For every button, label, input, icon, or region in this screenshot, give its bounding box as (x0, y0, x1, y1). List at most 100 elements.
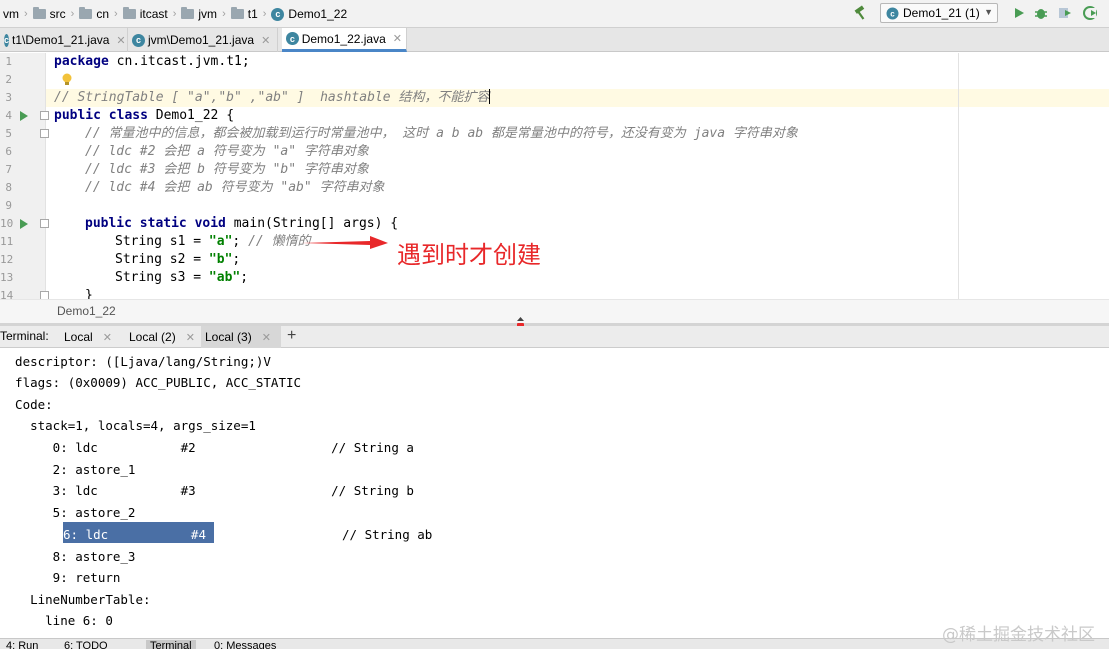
run-icon[interactable] (1011, 5, 1027, 21)
lightbulb-icon[interactable] (61, 73, 73, 87)
chevron-down-icon: ▼ (984, 7, 993, 17)
class-icon: c (132, 33, 145, 47)
terminal-line: flags: (0x0009) ACC_PUBLIC, ACC_STATIC (0, 375, 302, 390)
terminal-line: 9: return (0, 570, 121, 585)
folder-icon (122, 7, 136, 19)
line-number: 1 (5, 55, 12, 68)
terminal-tab-local-3[interactable]: Local (3) ✕ (201, 326, 281, 348)
class-icon: c (886, 7, 899, 20)
editor-footer-label[interactable]: Demo1_22 (57, 304, 116, 318)
terminal-line: LineNumberTable: (0, 592, 151, 607)
tool-tab-todo[interactable]: 6: TODO (64, 640, 108, 649)
close-icon[interactable]: ✕ (103, 331, 112, 344)
coverage-icon[interactable] (1057, 5, 1073, 21)
tool-tab-run[interactable]: 4: Run (6, 640, 38, 649)
code-line-6: // ldc #2 会把 a 符号变为 "a" 字符串对象 (85, 144, 369, 159)
breadcrumb-item-itcast[interactable]: itcast (120, 7, 171, 21)
breadcrumb-item-src[interactable]: src (30, 7, 69, 21)
terminal-tab-local[interactable]: Local ✕ (60, 326, 116, 348)
hammer-icon[interactable] (853, 5, 869, 21)
close-icon[interactable]: ✕ (393, 32, 402, 45)
line-number: 4 (5, 109, 12, 122)
code-line-10: public static void main(String[] args) { (85, 216, 399, 231)
tool-tab-terminal[interactable]: Terminal (146, 640, 196, 649)
profile-icon[interactable] (1082, 5, 1098, 21)
line-number: 13 (0, 271, 14, 284)
line-number: 11 (0, 235, 14, 248)
line-number: 8 (5, 181, 12, 194)
line-number: 14 (0, 289, 14, 299)
code-line-5: // 常量池中的信息，都会被加载到运行时常量池中， 这时 a b ab 都是常量… (85, 126, 798, 141)
line-number: 10 (0, 217, 14, 230)
line-number: 12 (0, 253, 14, 266)
navigation-bar: vm › src › cn › itcast › jvm › t1 › c Dem… (0, 0, 1109, 28)
watermark: @稀土掘金技术社区 (942, 625, 1095, 645)
class-icon: c (271, 7, 285, 21)
terminal-line: 2: astore_1 (0, 462, 136, 477)
fold-marker-icon[interactable] (40, 219, 49, 228)
code-line-14: } (85, 288, 93, 299)
class-icon: c (286, 32, 299, 45)
breadcrumb-item-cn[interactable]: cn (76, 7, 112, 21)
terminal-line: 3: ldc #3 // String b (0, 483, 414, 498)
close-icon[interactable]: ✕ (262, 331, 271, 344)
code-line-7: // ldc #3 会把 b 符号变为 "b" 字符串对象 (85, 162, 369, 177)
breadcrumb-item-vm[interactable]: vm (0, 7, 22, 21)
terminal-selected-text: 6: ldc #4 (63, 527, 206, 542)
fold-marker-icon[interactable] (40, 111, 49, 120)
terminal-output[interactable]: descriptor: ([Ljava/lang/String;)V flags… (0, 348, 1109, 638)
terminal-line: 8: astore_3 (0, 549, 136, 564)
breadcrumb-item-demo1-22[interactable]: c Demo1_22 (268, 7, 350, 21)
tab-t1-demo1-21[interactable]: c t1\Demo1_21.java ✕ (0, 28, 128, 52)
breadcrumb-separator: › (114, 8, 118, 20)
run-class-icon[interactable] (20, 111, 28, 121)
terminal-line: line 6: 0 (0, 613, 113, 628)
tab-jvm-demo1-21[interactable]: c jvm\Demo1_21.java ✕ (128, 28, 278, 52)
code-line-4: public class Demo1_22 { (54, 108, 235, 123)
breadcrumb-separator: › (172, 8, 177, 20)
breadcrumb-separator: › (24, 8, 28, 20)
breadcrumb-separator: › (70, 8, 75, 20)
annotation-arrow-icon (302, 236, 388, 249)
line-number: 3 (5, 91, 12, 104)
editor-breadcrumb-footer: Demo1_22 (0, 299, 1109, 323)
close-icon[interactable]: ✕ (261, 34, 270, 47)
line-number: 7 (5, 163, 12, 176)
class-icon: c (4, 33, 10, 47)
run-configuration-label: Demo1_21 (1) (903, 6, 980, 20)
folder-icon (181, 7, 195, 19)
close-icon[interactable]: ✕ (116, 34, 125, 47)
terminal-line: stack=1, locals=4, args_size=1 (0, 418, 256, 433)
breadcrumb-separator: › (222, 8, 226, 20)
run-configuration-select[interactable]: c Demo1_21 (1) ▼ (880, 3, 998, 23)
code-line-8: // ldc #4 会把 ab 符号变为 "ab" 字符串对象 (85, 180, 385, 195)
terminal-line-comment: // String ab (342, 527, 433, 542)
debug-icon[interactable] (1033, 5, 1049, 21)
fold-marker-icon[interactable] (40, 129, 49, 138)
add-terminal-icon[interactable]: + (287, 327, 296, 345)
breadcrumb-item-t1[interactable]: t1 (228, 7, 261, 21)
terminal-line: 0: ldc #2 // String a (0, 440, 414, 455)
breadcrumb-item-jvm[interactable]: jvm (178, 7, 220, 21)
folder-icon (79, 7, 93, 19)
tab-demo1-22[interactable]: c Demo1_22.java ✕ (282, 28, 407, 52)
line-number: 9 (5, 199, 12, 212)
code-line-13: String s3 = "ab"; (115, 270, 249, 285)
terminal-tab-bar: Terminal: Local ✕ Local (2) ✕ Local (3) … (0, 326, 1109, 348)
annotation-text: 遇到时才创建 (397, 241, 541, 269)
close-icon[interactable]: ✕ (186, 331, 195, 344)
tool-tab-messages[interactable]: 0: Messages (214, 640, 276, 649)
right-margin-guide (958, 53, 959, 299)
editor-tab-bar: c t1\Demo1_21.java ✕ c jvm\Demo1_21.java… (0, 28, 1109, 52)
run-main-icon[interactable] (20, 219, 28, 229)
code-editor[interactable]: 1 2 3 4 5 6 7 8 9 10 11 12 13 14 package… (0, 53, 1109, 299)
fold-marker-icon[interactable] (40, 291, 49, 299)
code-line-1: package cn.itcast.jvm.t1; (54, 54, 250, 69)
terminal-tab-local-2[interactable]: Local (2) ✕ (125, 326, 199, 348)
breadcrumb: vm › src › cn › itcast › jvm › t1 › c Dem… (0, 5, 350, 23)
line-number: 6 (5, 145, 12, 158)
line-number: 2 (5, 73, 12, 86)
terminal-line: Code: (0, 397, 53, 412)
code-line-3: // StringTable [ "a","b" ,"ab" ] hashtab… (54, 89, 491, 105)
folder-icon (230, 7, 244, 19)
